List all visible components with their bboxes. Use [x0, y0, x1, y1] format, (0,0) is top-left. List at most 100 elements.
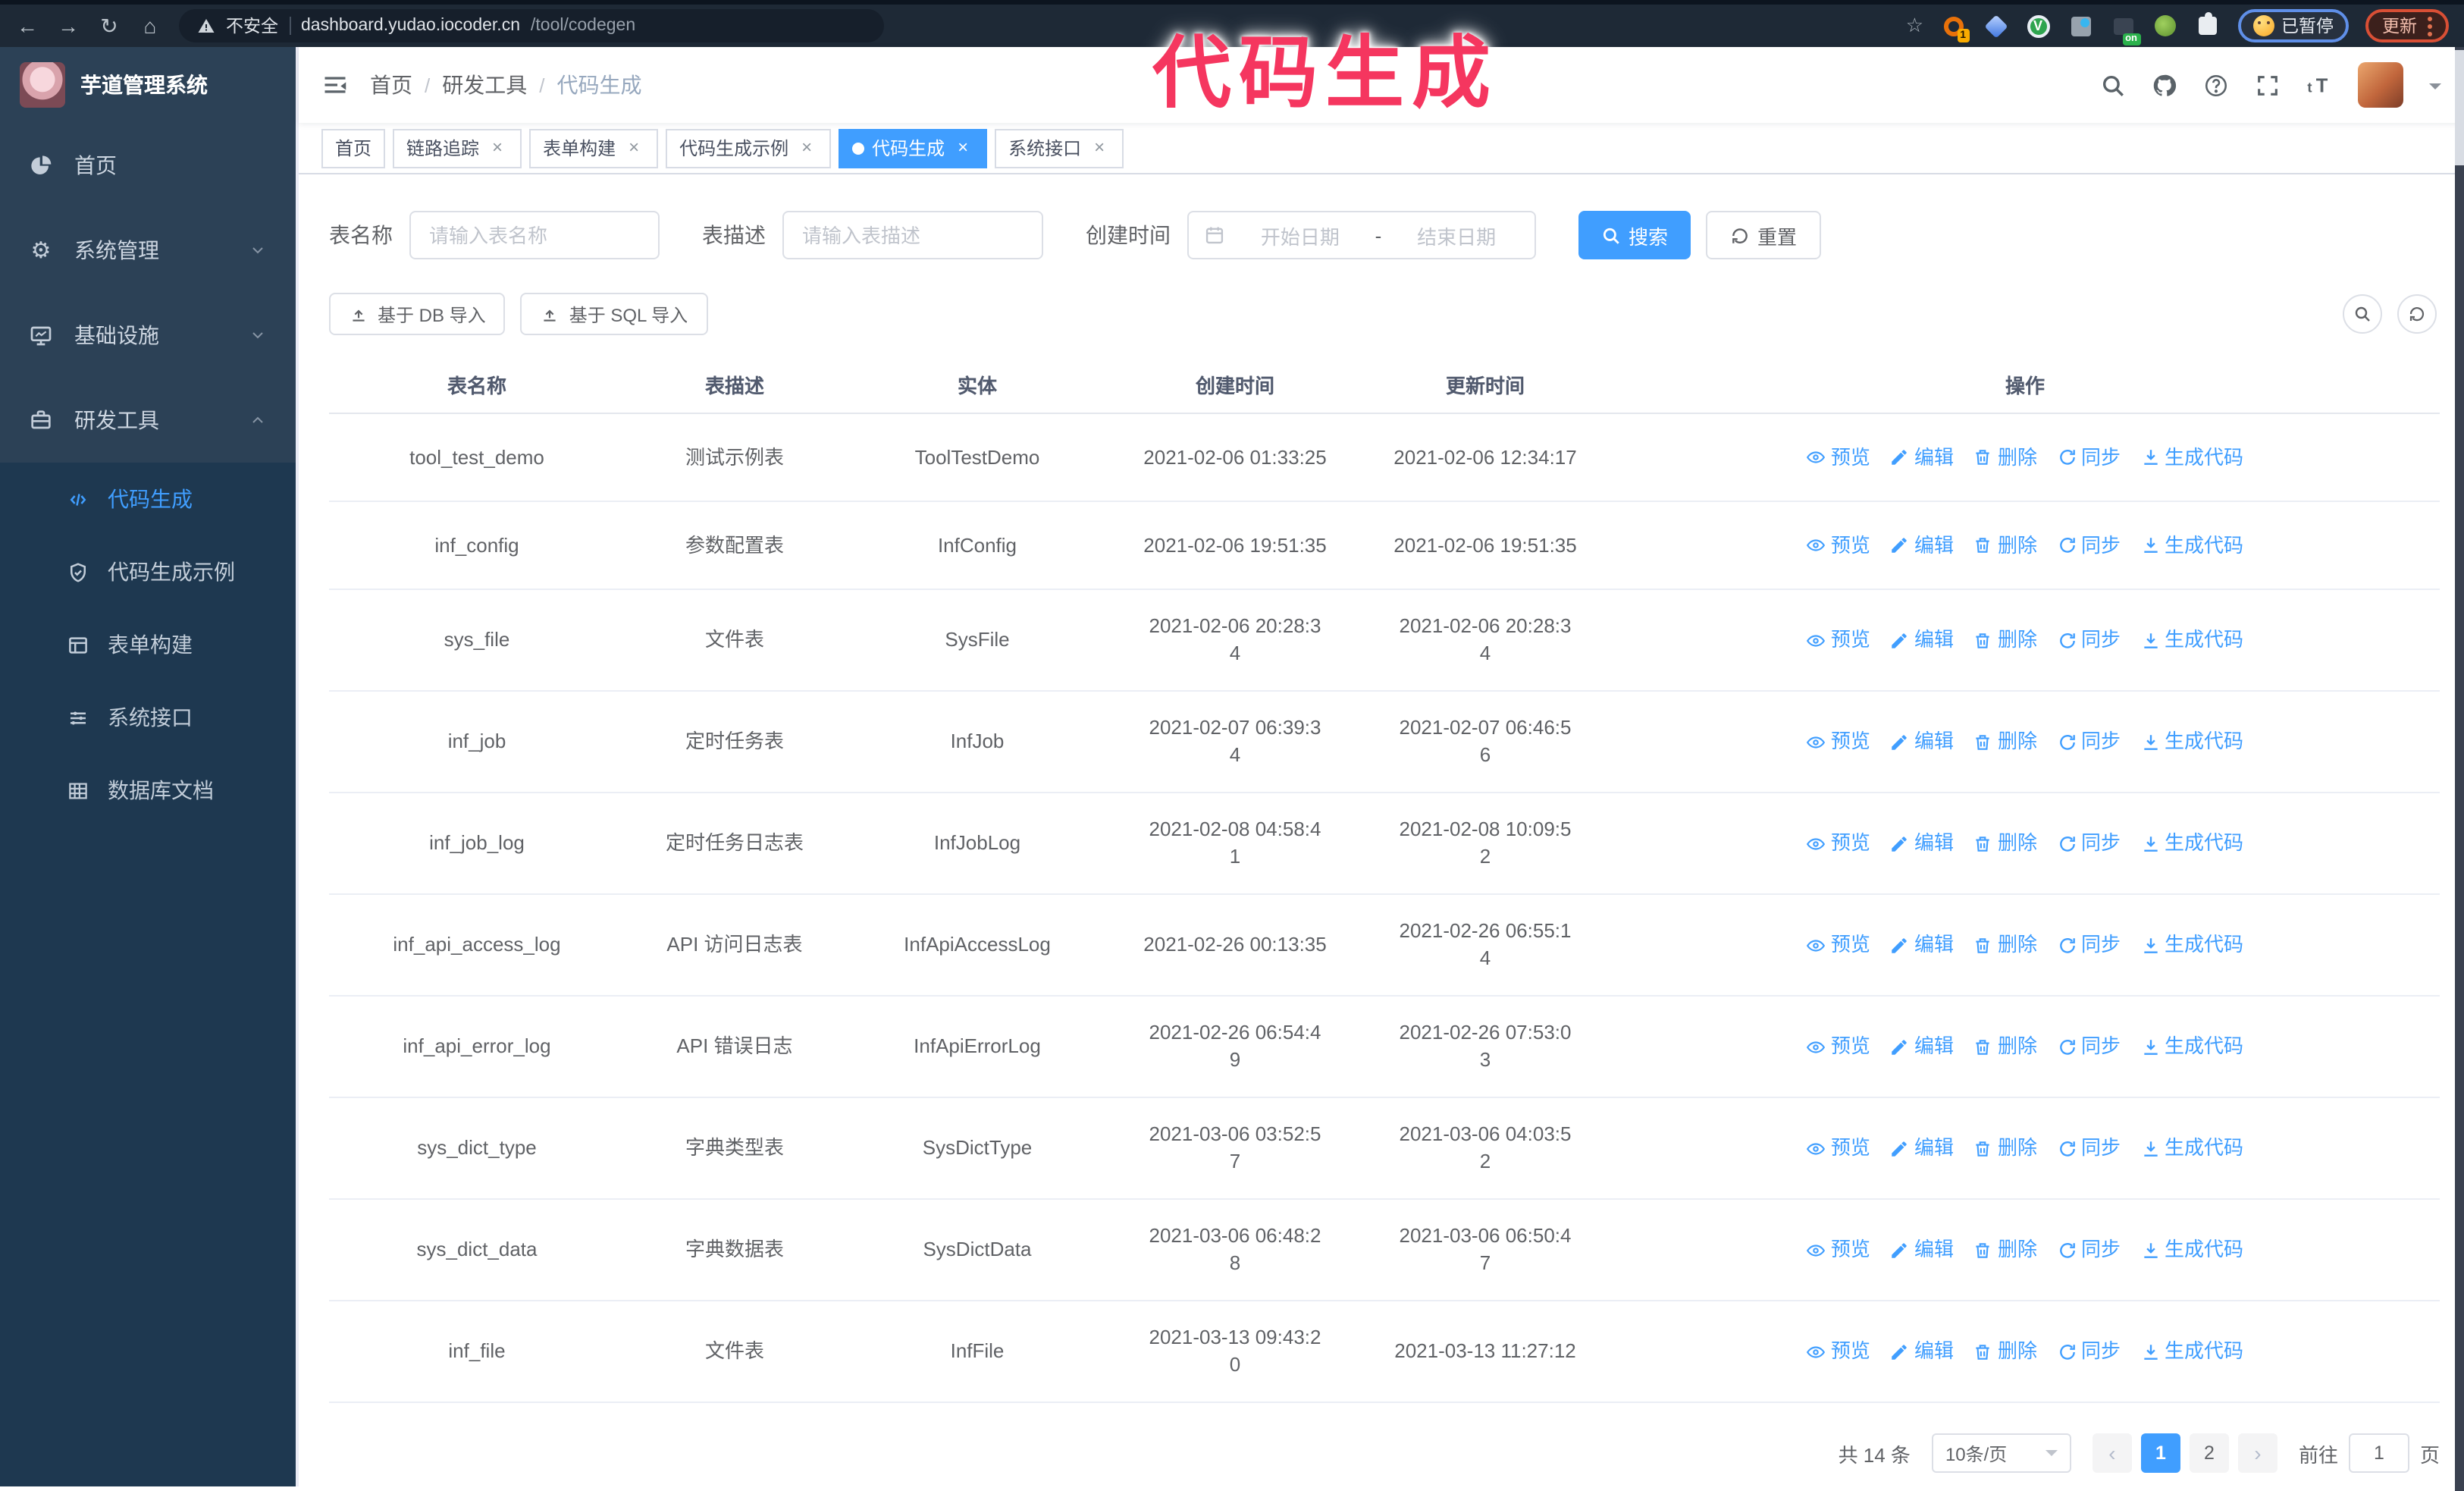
delete-link[interactable]: 删除	[1973, 444, 2037, 471]
sidebar-item-2[interactable]: 基础设施	[0, 293, 296, 378]
goto-page-input[interactable]	[2348, 1433, 2409, 1473]
table-name-input[interactable]	[409, 211, 660, 259]
generate-code-link[interactable]: 生成代码	[2140, 444, 2243, 471]
sync-link[interactable]: 同步	[2057, 1236, 2121, 1263]
hamburger-icon[interactable]	[321, 71, 349, 99]
extension-drop-icon[interactable]	[2067, 13, 2093, 39]
delete-link[interactable]: 删除	[1973, 1236, 2037, 1263]
sidebar-subitem-3[interactable]: 系统接口	[0, 681, 296, 754]
generate-code-link[interactable]: 生成代码	[2140, 1236, 2243, 1263]
tab-1[interactable]: 链路追踪 ×	[393, 128, 522, 168]
app-logo-row[interactable]: 芋道管理系统	[0, 47, 296, 123]
preview-link[interactable]: 预览	[1807, 532, 1870, 559]
sql-import-button[interactable]: 基于 SQL 导入	[520, 293, 708, 335]
edit-link[interactable]: 编辑	[1890, 444, 1954, 471]
generate-code-link[interactable]: 生成代码	[2140, 532, 2243, 559]
forward-icon[interactable]: →	[56, 14, 80, 38]
extensions-puzzle-icon[interactable]	[2195, 12, 2221, 39]
next-page-button[interactable]: ›	[2237, 1433, 2277, 1473]
extension-gem-icon[interactable]	[1983, 13, 2008, 39]
sidebar-item-0[interactable]: 首页	[0, 123, 296, 208]
sync-link[interactable]: 同步	[2057, 626, 2121, 654]
generate-code-link[interactable]: 生成代码	[2140, 728, 2243, 755]
fullscreen-icon[interactable]	[2255, 72, 2281, 98]
back-icon[interactable]: ←	[15, 14, 39, 38]
generate-code-link[interactable]: 生成代码	[2140, 1338, 2243, 1365]
delete-link[interactable]: 删除	[1973, 1135, 2037, 1162]
delete-link[interactable]: 删除	[1973, 1033, 2037, 1060]
sync-link[interactable]: 同步	[2057, 1338, 2121, 1365]
preview-link[interactable]: 预览	[1807, 728, 1870, 755]
browser-update-button[interactable]: 更新	[2365, 9, 2449, 42]
close-icon[interactable]: ×	[796, 137, 817, 159]
extension-monkey-icon[interactable]	[2152, 13, 2178, 39]
bookmark-star-icon[interactable]: ☆	[1906, 14, 1923, 38]
sync-link[interactable]: 同步	[2057, 444, 2121, 471]
delete-link[interactable]: 删除	[1973, 830, 2037, 857]
generate-code-link[interactable]: 生成代码	[2140, 1033, 2243, 1060]
sync-link[interactable]: 同步	[2057, 532, 2121, 559]
sidebar-subitem-4[interactable]: 数据库文档	[0, 754, 296, 827]
sidebar-subitem-1[interactable]: 代码生成示例	[0, 535, 296, 608]
preview-link[interactable]: 预览	[1807, 626, 1870, 654]
tab-4[interactable]: 代码生成 ×	[839, 128, 988, 168]
sync-link[interactable]: 同步	[2057, 1033, 2121, 1060]
menu-dots-icon[interactable]	[2428, 16, 2432, 36]
edit-link[interactable]: 编辑	[1890, 626, 1954, 654]
docs-question-icon[interactable]	[2203, 72, 2229, 98]
sidebar-item-1[interactable]: ⚙ 系统管理	[0, 208, 296, 293]
tab-2[interactable]: 表单构建 ×	[529, 128, 659, 168]
extension-v-icon[interactable]: V	[2025, 13, 2051, 39]
github-icon[interactable]	[2152, 72, 2177, 98]
preview-link[interactable]: 预览	[1807, 931, 1870, 959]
preview-link[interactable]: 预览	[1807, 830, 1870, 857]
sidebar-subitem-2[interactable]: 表单构建	[0, 608, 296, 681]
sidebar-subitem-0[interactable]: 代码生成	[0, 463, 296, 535]
sync-link[interactable]: 同步	[2057, 728, 2121, 755]
date-range-picker[interactable]: 开始日期 - 结束日期	[1187, 211, 1536, 259]
scrollbar-thumb[interactable]	[2455, 50, 2464, 165]
sync-link[interactable]: 同步	[2057, 931, 2121, 959]
reset-button[interactable]: 重置	[1706, 211, 1822, 259]
edit-link[interactable]: 编辑	[1890, 728, 1954, 755]
user-avatar[interactable]	[2358, 62, 2403, 108]
caret-down-icon[interactable]	[2429, 83, 2441, 96]
page-1-button[interactable]: 1	[2140, 1433, 2180, 1473]
page-2-button[interactable]: 2	[2189, 1433, 2229, 1473]
tab-5[interactable]: 系统接口 ×	[995, 128, 1124, 168]
tab-0[interactable]: 首页	[321, 128, 386, 168]
sync-link[interactable]: 同步	[2057, 830, 2121, 857]
generate-code-link[interactable]: 生成代码	[2140, 931, 2243, 959]
preview-link[interactable]: 预览	[1807, 444, 1870, 471]
delete-link[interactable]: 删除	[1973, 931, 2037, 959]
generate-code-link[interactable]: 生成代码	[2140, 830, 2243, 857]
tab-3[interactable]: 代码生成示例 ×	[666, 128, 832, 168]
page-size-select[interactable]: 10条/页	[1931, 1433, 2071, 1473]
prev-page-button[interactable]: ‹	[2092, 1433, 2132, 1473]
generate-code-link[interactable]: 生成代码	[2140, 1135, 2243, 1162]
preview-link[interactable]: 预览	[1807, 1236, 1870, 1263]
preview-link[interactable]: 预览	[1807, 1135, 1870, 1162]
db-import-button[interactable]: 基于 DB 导入	[329, 293, 506, 335]
preview-link[interactable]: 预览	[1807, 1338, 1870, 1365]
edit-link[interactable]: 编辑	[1890, 1033, 1954, 1060]
refresh-table-button[interactable]	[2397, 294, 2437, 334]
toggle-search-button[interactable]	[2343, 294, 2382, 334]
search-button[interactable]: 搜索	[1578, 211, 1691, 259]
search-icon[interactable]	[2100, 72, 2126, 98]
delete-link[interactable]: 删除	[1973, 728, 2037, 755]
delete-link[interactable]: 删除	[1973, 532, 2037, 559]
close-icon[interactable]: ×	[623, 137, 644, 159]
edit-link[interactable]: 编辑	[1890, 1135, 1954, 1162]
extension-on-icon[interactable]: on	[2110, 13, 2140, 45]
fontsize-icon[interactable]: tT	[2306, 72, 2332, 98]
generate-code-link[interactable]: 生成代码	[2140, 626, 2243, 654]
edit-link[interactable]: 编辑	[1890, 1236, 1954, 1263]
profile-paused-button[interactable]: 已暂停	[2237, 9, 2349, 42]
close-icon[interactable]: ×	[487, 137, 508, 159]
home-icon[interactable]: ⌂	[138, 14, 162, 38]
close-icon[interactable]: ×	[952, 137, 973, 159]
url-bar[interactable]: 不安全 dashboard.yudao.iocoder.cn/tool/code…	[179, 9, 884, 42]
sync-link[interactable]: 同步	[2057, 1135, 2121, 1162]
sidebar-item-3[interactable]: 研发工具	[0, 378, 296, 463]
